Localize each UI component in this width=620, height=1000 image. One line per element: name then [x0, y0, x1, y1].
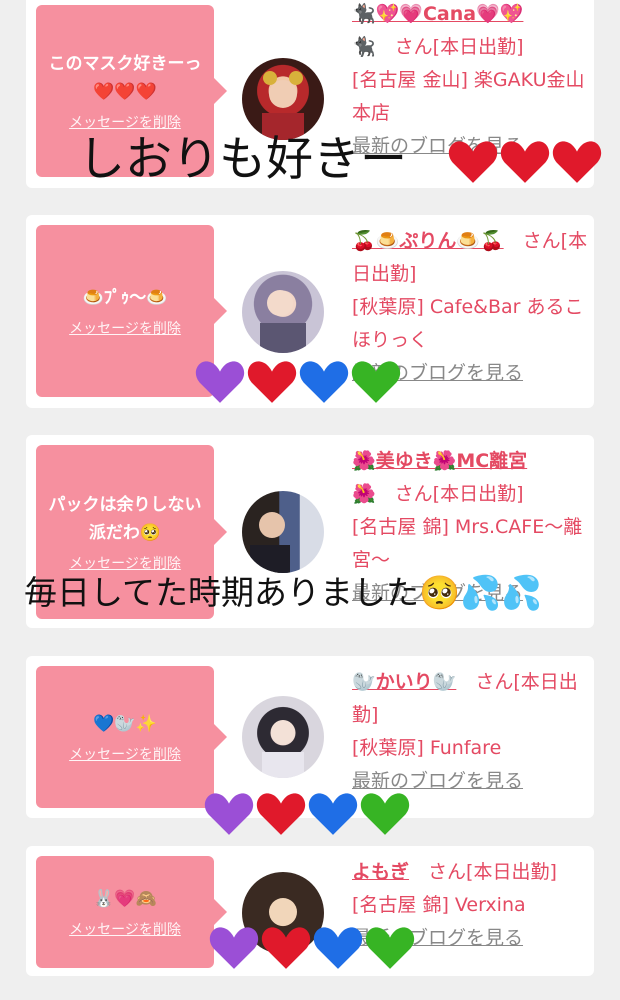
- delete-message-link[interactable]: メッセージを削除: [69, 744, 181, 764]
- message-text: このマスク好きーっ❤️❤️❤️: [48, 54, 202, 102]
- avatar-photo: [260, 290, 306, 353]
- blue-heart-icon: [299, 361, 349, 403]
- cast-name-link[interactable]: 🌺美ゆき🌺MC離宮: [352, 450, 527, 472]
- avatar-photo: [262, 71, 304, 140]
- message-text: 🍮ﾌﾟｩ〜🍮: [82, 288, 168, 308]
- blue-heart-icon: [313, 927, 363, 969]
- cast-status: 🌺 さん[本日出勤]: [352, 483, 524, 505]
- red-heart-icon: [256, 793, 306, 835]
- green-heart-icon: [360, 793, 410, 835]
- shop-name[interactable]: [名古屋 錦] Verxina: [352, 889, 588, 922]
- cast-name-link[interactable]: 🐈‍⬛💖💗Cana💗💖: [352, 3, 523, 25]
- message-bubble: 💙🦭✨ メッセージを削除: [36, 666, 227, 808]
- avatar[interactable]: [242, 271, 324, 353]
- shop-name[interactable]: [秋葉原] Funfare: [352, 732, 588, 765]
- delete-message-link[interactable]: メッセージを削除: [69, 919, 181, 939]
- avatar[interactable]: [242, 491, 324, 573]
- shop-name[interactable]: [秋葉原] Cafe&Bar あるこほりっく: [352, 291, 588, 357]
- green-heart-icon: [365, 927, 415, 969]
- red-heart-icon: [247, 361, 297, 403]
- red-hearts-overlay: [448, 136, 604, 186]
- color-hearts-overlay-2: [204, 788, 412, 838]
- caption-overlay-1: しおりも好きー: [78, 130, 407, 190]
- color-hearts-overlay-3: [209, 922, 417, 972]
- cast-name-link[interactable]: よもぎ: [352, 861, 409, 883]
- purple-heart-icon: [195, 361, 245, 403]
- message-text: パックは余りしない派だわ🥺: [48, 495, 202, 543]
- cast-name-link[interactable]: 🍒🍮ぷりん🍮🍒: [352, 230, 504, 252]
- cast-info: 🦭かいり🦭 さん[本日出勤] [秋葉原] Funfare 最新のブログを見る: [352, 666, 588, 798]
- caption-text: しおりも好きー: [78, 132, 407, 187]
- avatar-photo: [250, 512, 290, 573]
- avatar-photo: [262, 720, 304, 778]
- message-bubble: 🍮ﾌﾟｩ〜🍮 メッセージを削除: [36, 225, 227, 397]
- heart-icon: [552, 141, 602, 183]
- avatar[interactable]: [242, 696, 324, 778]
- message-text: 🐰💗🙈: [93, 889, 157, 909]
- avatar[interactable]: [242, 58, 324, 140]
- delete-message-link[interactable]: メッセージを削除: [69, 112, 181, 132]
- caption-overlay-2: 毎日してた時期ありました🥺💦💦: [24, 570, 542, 616]
- delete-message-link[interactable]: メッセージを削除: [69, 318, 181, 338]
- color-hearts-overlay-1: [195, 356, 403, 406]
- cast-name-link[interactable]: 🦭かいり🦭: [352, 671, 456, 693]
- purple-heart-icon: [204, 793, 254, 835]
- shop-name[interactable]: [名古屋 金山] 楽GAKU金山本店: [352, 64, 588, 130]
- blue-heart-icon: [308, 793, 358, 835]
- cast-status: 🐈‍⬛ さん[本日出勤]: [352, 36, 524, 58]
- heart-icon: [448, 141, 498, 183]
- cast-status: さん[本日出勤]: [428, 861, 557, 883]
- caption-text: 毎日してた時期ありました🥺💦💦: [24, 573, 543, 612]
- green-heart-icon: [351, 361, 401, 403]
- red-heart-icon: [261, 927, 311, 969]
- shop-name[interactable]: [名古屋 錦] Mrs.CAFE〜離宮〜: [352, 511, 588, 577]
- message-text: 💙🦭✨: [93, 714, 157, 734]
- purple-heart-icon: [209, 927, 259, 969]
- message-bubble: 🐰💗🙈 メッセージを削除: [36, 856, 227, 968]
- heart-icon: [500, 141, 550, 183]
